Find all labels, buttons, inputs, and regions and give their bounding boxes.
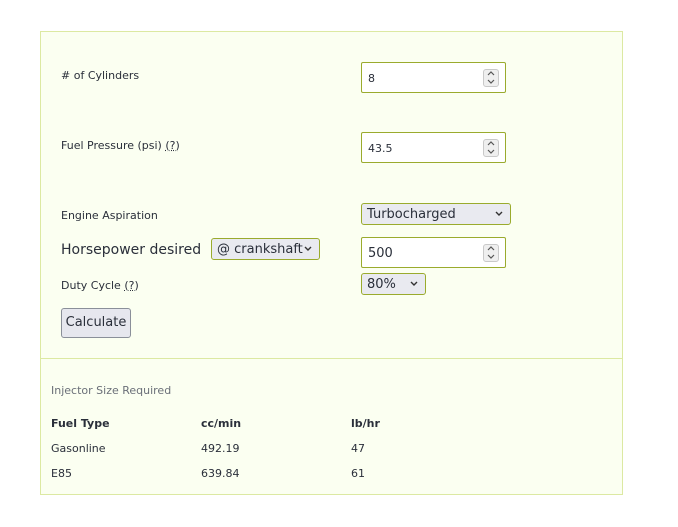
spin-down-icon[interactable] xyxy=(484,148,498,156)
duty-cycle-label: Duty Cycle (?) xyxy=(61,279,139,292)
section-divider xyxy=(41,358,622,359)
column-header-lb-hr: lb/hr xyxy=(351,417,380,430)
chevron-down-icon xyxy=(304,246,312,251)
aspiration-label: Engine Aspiration xyxy=(61,209,158,222)
fuel-pressure-value: 43.5 xyxy=(368,142,393,155)
cylinders-spinner[interactable] xyxy=(483,69,499,87)
fuel-pressure-label: Fuel Pressure (psi) (?) xyxy=(61,139,180,152)
table-cell-fuel-type: E85 xyxy=(51,467,72,480)
table-cell-fuel-type: Gasonline xyxy=(51,442,106,455)
spin-down-icon[interactable] xyxy=(484,253,498,261)
cylinders-label: # of Cylinders xyxy=(61,69,140,82)
horsepower-label: Horsepower desired xyxy=(61,242,202,258)
fuel-pressure-input[interactable]: 43.5 xyxy=(361,132,506,163)
horsepower-spinner[interactable] xyxy=(483,244,499,262)
aspiration-select[interactable]: Turbocharged xyxy=(361,203,511,225)
results-title: Injector Size Required xyxy=(51,384,172,397)
table-cell-lb-hr: 61 xyxy=(351,467,365,480)
cylinders-value: 8 xyxy=(368,72,375,85)
aspiration-selected: Turbocharged xyxy=(367,207,456,222)
duty-cycle-selected: 80% xyxy=(367,277,396,292)
cylinders-input[interactable]: 8 xyxy=(361,62,506,93)
injector-calculator-panel: # of Cylinders 8 Fuel Pressure (psi) (?)… xyxy=(40,31,623,495)
spin-up-icon[interactable] xyxy=(484,70,498,78)
duty-cycle-label-text: Duty Cycle xyxy=(61,279,121,292)
chevron-down-icon xyxy=(410,281,418,286)
column-header-fuel-type: Fuel Type xyxy=(51,417,110,430)
horsepower-value: 500 xyxy=(368,246,393,261)
table-cell-cc-min: 492.19 xyxy=(201,442,240,455)
horsepower-input[interactable]: 500 xyxy=(361,237,506,268)
spin-up-icon[interactable] xyxy=(484,140,498,148)
duty-cycle-help-link[interactable]: (?) xyxy=(124,279,138,292)
fuel-pressure-spinner[interactable] xyxy=(483,139,499,157)
fuel-pressure-label-text: Fuel Pressure (psi) xyxy=(61,139,162,152)
table-cell-lb-hr: 47 xyxy=(351,442,365,455)
chevron-down-icon xyxy=(495,211,503,216)
duty-cycle-select[interactable]: 80% xyxy=(361,273,426,295)
fuel-pressure-help-link[interactable]: (?) xyxy=(165,139,179,152)
column-header-cc-min: cc/min xyxy=(201,417,242,430)
horsepower-location-selected: @ crankshaft xyxy=(217,242,303,257)
spin-down-icon[interactable] xyxy=(484,78,498,86)
horsepower-location-select[interactable]: @ crankshaft xyxy=(211,238,320,260)
spin-up-icon[interactable] xyxy=(484,245,498,253)
calculate-button[interactable]: Calculate xyxy=(61,308,131,338)
table-cell-cc-min: 639.84 xyxy=(201,467,240,480)
